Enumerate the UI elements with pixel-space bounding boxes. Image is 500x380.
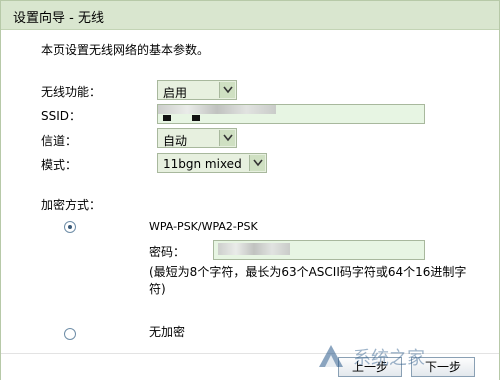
wpa-option-label: WPA-PSK/WPA2-PSK (149, 220, 258, 233)
ssid-input[interactable] (157, 104, 425, 124)
chevron-down-icon[interactable] (249, 155, 265, 171)
wireless-select[interactable]: 启用 (157, 80, 237, 100)
no-encryption-label: 无加密 (149, 325, 186, 339)
redacted-mark (163, 115, 171, 121)
redacted-area (218, 243, 290, 255)
intro-text: 本页设置无线网络的基本参数。 (41, 43, 210, 57)
mode-label: 模式： (41, 158, 78, 172)
no-encryption-radio[interactable] (64, 328, 76, 340)
redacted-area (158, 105, 276, 114)
wpa-radio[interactable] (64, 221, 76, 233)
redacted-mark (192, 115, 200, 121)
chevron-down-icon[interactable] (219, 82, 235, 98)
svg-text:系统之家: 系统之家 (353, 348, 425, 368)
channel-select[interactable]: 自动 (157, 128, 237, 148)
ssid-label: SSID： (41, 109, 82, 123)
mode-select[interactable]: 11bgn mixed (157, 153, 267, 173)
watermark-logo: 系统之家 (313, 337, 493, 375)
password-label: 密码： (149, 245, 186, 259)
chevron-down-icon[interactable] (219, 130, 235, 146)
wizard-window: 设置向导 - 无线 本页设置无线网络的基本参数。 无线功能： 启用 SSID： … (0, 0, 500, 380)
wireless-label: 无线功能： (41, 85, 102, 99)
wireless-select-value: 启用 (163, 86, 188, 100)
channel-label: 信道： (41, 134, 78, 148)
password-input[interactable] (213, 240, 425, 260)
mode-select-value: 11bgn mixed (163, 157, 242, 171)
password-hint: (最短为8个字符，最长为63个ASCII码字符或64个16进制字符) (149, 265, 467, 296)
window-title: 设置向导 - 无线 (13, 11, 104, 26)
radio-selected-dot (68, 225, 72, 229)
encryption-label: 加密方式： (41, 198, 102, 212)
channel-select-value: 自动 (163, 134, 188, 148)
title-bar: 设置向导 - 无线 (1, 1, 499, 30)
